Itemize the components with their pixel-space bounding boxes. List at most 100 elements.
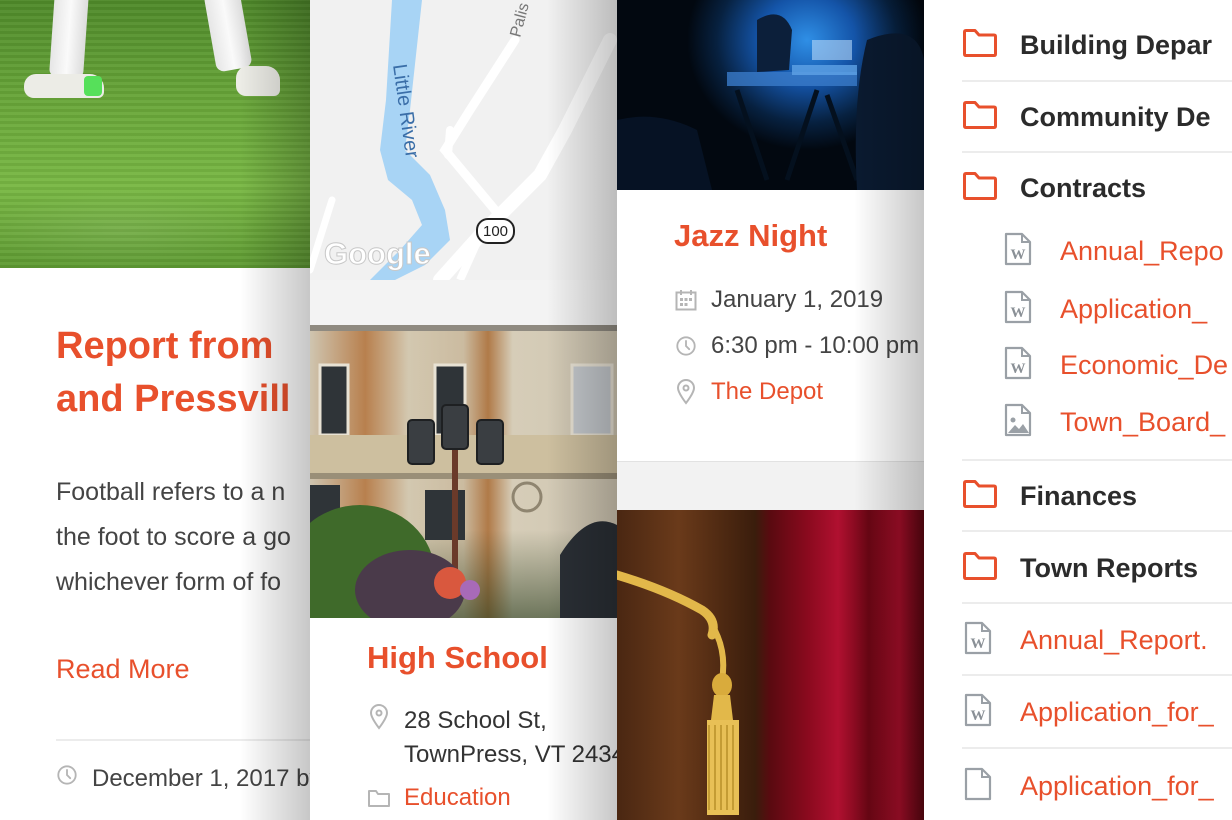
- folder-icon: [962, 479, 998, 514]
- map-spacer: [310, 280, 617, 325]
- file-name[interactable]: Application_: [1060, 294, 1207, 325]
- article-title[interactable]: Report from and Pressvill: [56, 320, 310, 426]
- clock-icon: [56, 764, 78, 793]
- file-item[interactable]: W Application_: [1004, 290, 1207, 329]
- excerpt-line: the foot to score a go: [56, 523, 291, 551]
- svg-text:W: W: [1011, 247, 1026, 263]
- divider: [962, 151, 1232, 153]
- event-time: 6:30 pm - 10:00 pm: [711, 332, 920, 359]
- svg-text:W: W: [1011, 361, 1026, 377]
- article-meta: December 1, 2017 by: [56, 764, 310, 793]
- location-card: Little River Palis 100 Google High Schoo…: [310, 0, 617, 820]
- folder-name[interactable]: Community De: [1020, 102, 1211, 133]
- file-name[interactable]: Town_Board_: [1060, 407, 1225, 438]
- folder-item[interactable]: Contracts: [962, 171, 1232, 206]
- folder-icon: [962, 171, 998, 206]
- divider: [962, 80, 1232, 82]
- file-item[interactable]: W Economic_De: [1004, 346, 1228, 385]
- next-event-image[interactable]: [617, 510, 924, 820]
- word-doc-icon: W: [1004, 290, 1032, 329]
- divider: [962, 602, 1232, 604]
- folder-icon: [962, 551, 998, 586]
- route-shield-label: 100: [483, 223, 508, 240]
- article-date: December 1, 2017 by: [92, 764, 310, 792]
- folder-name[interactable]: Finances: [1020, 481, 1137, 512]
- clock-icon: [674, 335, 698, 357]
- folder-item[interactable]: Community De: [962, 100, 1232, 135]
- map-road: [439, 35, 520, 215]
- map-road: [444, 126, 454, 159]
- article-card: Report from and Pressvill Football refer…: [0, 0, 310, 820]
- player-leg: [203, 0, 253, 73]
- article-image[interactable]: [0, 0, 310, 268]
- article-title-line[interactable]: Report from: [56, 325, 273, 367]
- folder-name[interactable]: Town Reports: [1020, 553, 1198, 584]
- category-link[interactable]: Education: [404, 784, 511, 812]
- google-logo: Google: [324, 236, 431, 271]
- musician: [757, 14, 792, 72]
- folder-item[interactable]: Finances: [962, 479, 1232, 514]
- word-doc-icon: W: [1004, 232, 1032, 271]
- divider: [56, 739, 310, 741]
- file-name[interactable]: Application_for_: [1020, 697, 1214, 728]
- file-name[interactable]: Application_for_: [1020, 771, 1214, 802]
- folder-name[interactable]: Building Depar: [1020, 30, 1212, 61]
- documents-list: Building Depar Community De Contracts W …: [924, 0, 1232, 820]
- folder-name[interactable]: Contracts: [1020, 173, 1146, 204]
- file-item[interactable]: W Annual_Report.: [964, 621, 1208, 660]
- divider: [962, 747, 1232, 749]
- article-excerpt: Football refers to a n the foot to score…: [56, 470, 310, 605]
- file-name[interactable]: Economic_De: [1060, 350, 1228, 381]
- location-category[interactable]: Education: [367, 784, 511, 812]
- player-shoe: [236, 66, 280, 96]
- word-doc-icon: W: [964, 621, 992, 660]
- svg-text:W: W: [971, 636, 986, 652]
- location-title[interactable]: High School: [367, 640, 548, 676]
- map[interactable]: Little River Palis 100 Google: [310, 0, 617, 280]
- generic-file-icon: [964, 767, 992, 806]
- location-image[interactable]: [310, 325, 617, 618]
- read-more-link[interactable]: Read More: [56, 654, 190, 685]
- image-file-icon: [1004, 403, 1032, 442]
- folder-icon: [962, 28, 998, 63]
- map-road: [433, 33, 617, 280]
- road-label: Palis: [507, 1, 532, 39]
- divider: [962, 530, 1232, 532]
- folder-icon: [962, 100, 998, 135]
- calendar-icon: [674, 288, 698, 312]
- divider: [962, 674, 1232, 676]
- file-item[interactable]: Town_Board_: [1004, 403, 1225, 442]
- folder-item[interactable]: Building Depar: [962, 28, 1232, 63]
- map-pin-icon: [674, 379, 698, 405]
- divider: [962, 459, 1232, 461]
- file-name[interactable]: Annual_Report.: [1020, 625, 1208, 656]
- folder-icon: [367, 788, 391, 808]
- event-title[interactable]: Jazz Night: [674, 218, 827, 254]
- file-item[interactable]: Application_for_: [964, 767, 1214, 806]
- event-details: Jazz Night January 1, 2019 6:30 pm - 10:…: [617, 190, 924, 462]
- event-date: January 1, 2019: [711, 286, 884, 313]
- excerpt-line: Football refers to a n: [56, 478, 286, 506]
- excerpt-line: whichever form of fo: [56, 568, 282, 596]
- word-doc-icon: W: [1004, 346, 1032, 385]
- event-image[interactable]: [617, 0, 924, 190]
- event-card: Jazz Night January 1, 2019 6:30 pm - 10:…: [617, 0, 924, 820]
- event-time-row: 6:30 pm - 10:00 pm: [674, 332, 919, 360]
- map-pin-icon: [367, 704, 391, 730]
- file-item[interactable]: W Application_for_: [964, 693, 1214, 732]
- address-line-2: TownPress, VT 2434: [404, 741, 617, 768]
- word-doc-icon: W: [964, 693, 992, 732]
- event-venue-link[interactable]: The Depot: [711, 378, 823, 406]
- file-name[interactable]: Annual_Repo: [1060, 236, 1224, 267]
- location-address: 28 School St, TownPress, VT 2434: [367, 704, 617, 772]
- svg-text:W: W: [971, 708, 986, 724]
- event-venue-row[interactable]: The Depot: [674, 378, 823, 406]
- address-line-1: 28 School St,: [404, 707, 547, 734]
- shoe-accent: [84, 76, 102, 96]
- folder-item[interactable]: Town Reports: [962, 551, 1232, 586]
- svg-text:W: W: [1011, 305, 1026, 321]
- player-leg: [48, 0, 90, 80]
- article-title-line[interactable]: and Pressvill: [56, 378, 290, 420]
- file-item[interactable]: W Annual_Repo: [1004, 232, 1224, 271]
- event-date-row: January 1, 2019: [674, 286, 883, 314]
